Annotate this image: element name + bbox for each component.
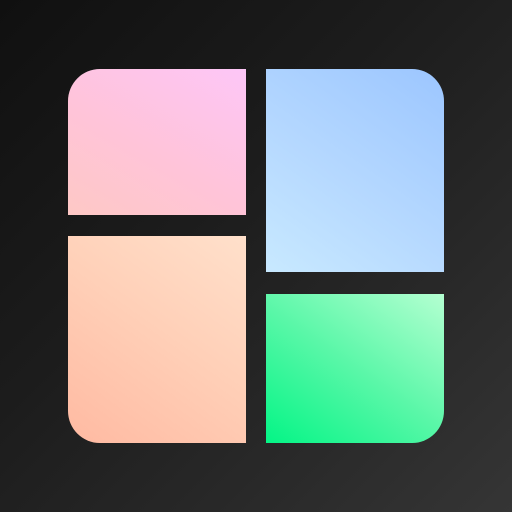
green-tile — [266, 294, 444, 443]
app-icon — [0, 0, 512, 512]
peach-tile — [68, 236, 246, 443]
blue-tile — [266, 69, 444, 272]
pink-tile — [68, 69, 246, 215]
